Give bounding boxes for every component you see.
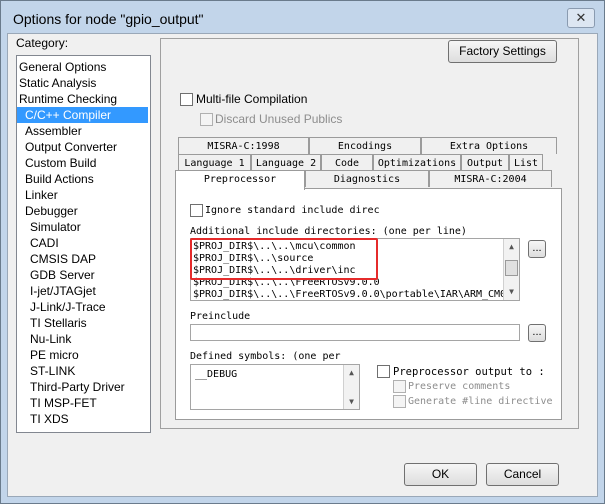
tab-diagnostics[interactable]: Diagnostics xyxy=(305,170,429,187)
close-icon: ✕ xyxy=(575,10,587,25)
category-item[interactable]: TI Stellaris xyxy=(30,315,87,331)
ignore-standard-include-label: Ignore standard include direc xyxy=(205,205,380,216)
include-dirs-annotation-box xyxy=(190,238,378,280)
include-dir-line: $PROJ_DIR$\..\..\FreeRTOSv9.0.0\portable… xyxy=(193,289,507,300)
category-item[interactable]: Assembler xyxy=(25,123,82,139)
defined-symbols-label: Defined symbols: (one per xyxy=(190,351,341,362)
category-item[interactable]: I-jet/JTAGjet xyxy=(30,283,96,299)
ignore-standard-include-checkbox[interactable] xyxy=(190,204,203,217)
ok-button[interactable]: OK xyxy=(404,463,477,486)
category-item[interactable]: Third-Party Driver xyxy=(30,379,125,395)
multi-file-compilation-label: Multi-file Compilation xyxy=(196,92,308,106)
tab-output[interactable]: Output xyxy=(461,154,509,171)
category-item[interactable]: Build Actions xyxy=(25,171,94,187)
factory-settings-button[interactable]: Factory Settings xyxy=(448,40,557,63)
multi-file-compilation-checkbox[interactable] xyxy=(180,93,193,106)
defined-symbols-textarea[interactable]: __DEBUG ▲ ▼ xyxy=(190,364,360,410)
category-item[interactable]: CADI xyxy=(30,235,59,251)
tab-optimizations[interactable]: Optimizations xyxy=(373,154,461,171)
category-label: Category: xyxy=(16,36,69,50)
defined-symbols-scrollbar[interactable]: ▲ ▼ xyxy=(343,365,359,409)
preserve-comments-label: Preserve comments xyxy=(408,381,511,392)
tab-list[interactable]: List xyxy=(509,154,543,171)
tab-extra-options[interactable]: Extra Options xyxy=(421,137,557,154)
tab-encodings[interactable]: Encodings xyxy=(309,137,421,154)
category-item[interactable]: TI XDS xyxy=(30,411,69,427)
scroll-up-icon[interactable]: ▲ xyxy=(504,239,519,254)
include-dirs-label: Additional include directories: (one per… xyxy=(190,226,467,237)
category-item[interactable]: Debugger xyxy=(25,203,78,219)
preinclude-label: Preinclude xyxy=(190,311,251,322)
discard-unused-checkbox[interactable] xyxy=(200,113,213,126)
tab-preprocessor[interactable]: Preprocessor xyxy=(175,170,305,190)
title-bar: Options for node "gpio_output" ✕ xyxy=(1,1,604,35)
discard-unused-label: Discard Unused Publics xyxy=(215,112,343,126)
tab-code[interactable]: Code xyxy=(321,154,373,171)
scroll-thumb[interactable] xyxy=(505,260,518,276)
tab-misra-c-2004[interactable]: MISRA-C:2004 xyxy=(429,170,552,187)
cancel-button[interactable]: Cancel xyxy=(486,463,559,486)
category-item[interactable]: Linker xyxy=(25,187,58,203)
category-item[interactable]: Output Converter xyxy=(25,139,117,155)
category-item[interactable]: ST-LINK xyxy=(30,363,75,379)
category-item[interactable]: PE micro xyxy=(30,347,79,363)
category-item[interactable]: TI MSP-FET xyxy=(30,395,97,411)
category-item[interactable]: GDB Server xyxy=(30,267,95,283)
generate-line-label: Generate #line directive xyxy=(408,396,553,407)
preprocessor-output-checkbox[interactable] xyxy=(377,365,390,378)
category-item[interactable]: Nu-Link xyxy=(30,331,71,347)
preinclude-browse-button[interactable]: ... xyxy=(528,324,546,342)
category-item[interactable]: Static Analysis xyxy=(19,75,96,91)
preserve-comments-checkbox[interactable] xyxy=(393,380,406,393)
category-item[interactable]: General Options xyxy=(19,59,106,75)
category-item[interactable]: Custom Build xyxy=(25,155,96,171)
category-item[interactable]: C/C++ Compiler xyxy=(17,107,148,123)
category-list: General Options Static Analysis Runtime Ch… xyxy=(16,55,151,433)
preprocessor-output-label: Preprocessor output to : xyxy=(393,366,545,378)
tab-language-1[interactable]: Language 1 xyxy=(178,154,251,171)
category-item[interactable]: Runtime Checking xyxy=(19,91,117,107)
category-item[interactable]: J-Link/J-Trace xyxy=(30,299,106,315)
category-item[interactable]: Simulator xyxy=(30,219,81,235)
category-item[interactable]: CMSIS DAP xyxy=(30,251,96,267)
scroll-down-icon[interactable]: ▼ xyxy=(344,394,359,409)
scroll-down-icon[interactable]: ▼ xyxy=(504,284,519,299)
tab-language-2[interactable]: Language 2 xyxy=(251,154,321,171)
include-dirs-browse-button[interactable]: ... xyxy=(528,240,546,258)
close-button[interactable]: ✕ xyxy=(567,8,595,28)
generate-line-checkbox[interactable] xyxy=(393,395,406,408)
defined-symbol-line: __DEBUG xyxy=(195,369,238,380)
preinclude-input[interactable] xyxy=(190,324,520,341)
tab-misra-c-1998[interactable]: MISRA-C:1998 xyxy=(178,137,309,154)
dialog-title: Options for node "gpio_output" xyxy=(13,11,204,27)
scroll-up-icon[interactable]: ▲ xyxy=(344,365,359,380)
include-dirs-scrollbar[interactable]: ▲ ▼ xyxy=(503,239,519,300)
